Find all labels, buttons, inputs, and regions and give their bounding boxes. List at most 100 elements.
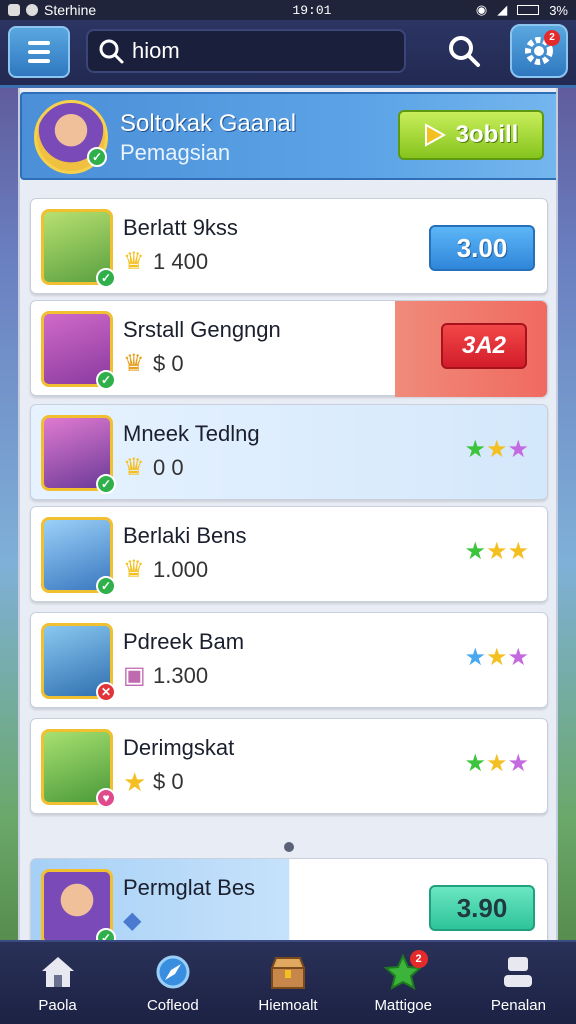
player-name: Srstall Gengngn [123, 317, 281, 342]
nav-item-missions[interactable]: 2 Mattigoe [346, 942, 461, 1024]
bottom-nav: Paola Cofleod Hiemoalt 2 Mattigoe Penala… [0, 940, 576, 1024]
star-icon: ★ [464, 538, 486, 565]
list-item[interactable]: ♥ Derimgskat ★ $ 0 ★★★ [30, 718, 548, 814]
pager-dot[interactable] [284, 842, 294, 852]
clock: 19:01 [292, 2, 332, 18]
nav-label: Hiemoalt [258, 996, 318, 1014]
top-bar: 2 [0, 20, 576, 88]
player-name: Berlaki Bens [123, 523, 247, 548]
warning-icon: ✕ [96, 682, 116, 702]
player-coins: ♛ $ 0 [123, 350, 184, 377]
player-coins: ♛ 0 0 [123, 454, 184, 481]
sync-icon [26, 4, 38, 16]
star-icon: ★ [464, 436, 486, 463]
list-item[interactable]: ✓ Srstall Gengngn ♛ $ 0 3A2 [30, 300, 548, 397]
player-name: Derimgskat [123, 735, 235, 760]
star-icon: ★ [507, 538, 529, 565]
player-coins: ♛ 1 400 [123, 248, 209, 275]
star-icon: ★ [507, 436, 529, 463]
verified-icon: ✓ [96, 474, 116, 494]
profile-button-label: 3obill [455, 121, 519, 148]
compass-icon [153, 953, 193, 991]
verified-icon: ✓ [96, 268, 116, 288]
star-icon: ★ [464, 644, 486, 671]
player-name: Berlatt 9kss [123, 215, 238, 240]
verified-icon: ✓ [96, 370, 116, 390]
home-icon [38, 953, 78, 991]
player-avatar: ♥ [41, 729, 116, 808]
player-avatar: ✓ [41, 311, 116, 390]
list-item[interactable]: ✓ Mneek Tedlng ♛ 0 0 ★★★ [30, 404, 548, 500]
player-avatar: ✓ [41, 415, 116, 494]
player-coins: ♛ 1.000 [123, 556, 209, 583]
search-input[interactable] [132, 38, 392, 64]
verified-icon: ✓ [96, 576, 116, 596]
crown-icon: ♛ [123, 248, 145, 275]
profile-icon [498, 953, 538, 991]
player-name: Mneek Tedlng [123, 421, 260, 446]
verified-icon: ✓ [87, 147, 107, 167]
player-name: Pdreek Bam [123, 629, 245, 654]
star-icon: ★ [507, 644, 529, 671]
menu-icon [28, 41, 50, 45]
verified-icon: ✓ [96, 928, 116, 940]
app-notification-icon [8, 4, 20, 16]
crown-icon: ♛ [123, 350, 145, 377]
battery-label: 3% [549, 2, 568, 18]
rating-stars: ★★★ [464, 537, 529, 566]
player-name: Permglat Bes [123, 875, 256, 900]
rating-stars: ★★★ [464, 749, 529, 778]
star-icon: ★ [485, 436, 508, 463]
nav-item-compass[interactable]: Cofleod [115, 942, 230, 1024]
rating-stars: ★★★ [464, 643, 529, 672]
battery-icon [517, 5, 540, 15]
player-coins: ★ $ 0 [123, 767, 184, 797]
heart-icon: ♥ [96, 788, 116, 808]
settings-button[interactable]: 2 [510, 24, 568, 78]
profile-banner: ✓ Soltokak Gaanal Pemagsian 3obill [20, 92, 556, 180]
player-avatar: ✓ [41, 869, 116, 940]
star-icon: ★ [485, 750, 508, 777]
status-bar: Sterhine 19:01 ◉ ◢ 3% [0, 0, 576, 20]
alarm-icon: ◉ [475, 2, 488, 17]
search-box[interactable] [86, 29, 406, 73]
nav-label: Penalan [490, 996, 546, 1014]
crown-icon: ♛ [123, 556, 145, 583]
nav-item-chest[interactable]: Hiemoalt [230, 942, 345, 1024]
profile-play-button[interactable]: 3obill [398, 110, 544, 160]
nav-item-profile[interactable]: Penalan [461, 942, 576, 1024]
alert-button[interactable]: 3A2 [441, 323, 527, 369]
profile-subtitle: Pemagsian [120, 140, 231, 165]
player-coins: ▣ 1.300 [123, 662, 209, 689]
player-coins: ◆ [123, 909, 147, 933]
magnifier-icon [449, 36, 480, 67]
signal-icon: ◢ [497, 2, 508, 17]
price-button[interactable]: 3.90 [429, 885, 535, 931]
player-avatar: ✓ [41, 517, 116, 596]
gift-icon: ▣ [123, 662, 146, 689]
profile-title: Soltokak Gaanal [120, 110, 297, 137]
price-button[interactable]: 3.00 [429, 225, 535, 271]
nav-item-home[interactable]: Paola [0, 942, 115, 1024]
nav-label: Mattigoe [374, 996, 432, 1014]
list-item[interactable]: ✕ Pdreek Bam ▣ 1.300 ★★★ [30, 612, 548, 708]
nav-label: Cofleod [146, 996, 199, 1014]
star-coin-icon: ★ [123, 767, 147, 797]
star-icon: ★ [485, 538, 508, 565]
list-item[interactable]: ✓ Berlaki Bens ♛ 1.000 ★★★ [30, 506, 548, 602]
player-avatar: ✓ [41, 209, 116, 288]
leaderboard-panel: ✓ Soltokak Gaanal Pemagsian 3obill ✓ Ber… [18, 88, 558, 940]
star-icon: ★ [485, 644, 508, 671]
list-item[interactable]: ✓ Berlatt 9kss ♛ 1 400 3.00 [30, 198, 548, 294]
missions-badge: 2 [409, 950, 428, 968]
star-icon: ★ [464, 750, 486, 777]
carrier-label: Sterhine [44, 2, 97, 18]
notification-badge: 2 [544, 30, 560, 46]
rating-stars: ★★★ [464, 435, 529, 464]
list-item[interactable]: ✓ Permglat Bes ◆ 3.90 [30, 858, 548, 940]
crown-icon: ♛ [123, 454, 145, 481]
search-button[interactable] [434, 28, 494, 74]
menu-button[interactable] [8, 26, 70, 78]
profile-avatar[interactable]: ✓ [34, 100, 108, 174]
search-icon [99, 39, 124, 64]
